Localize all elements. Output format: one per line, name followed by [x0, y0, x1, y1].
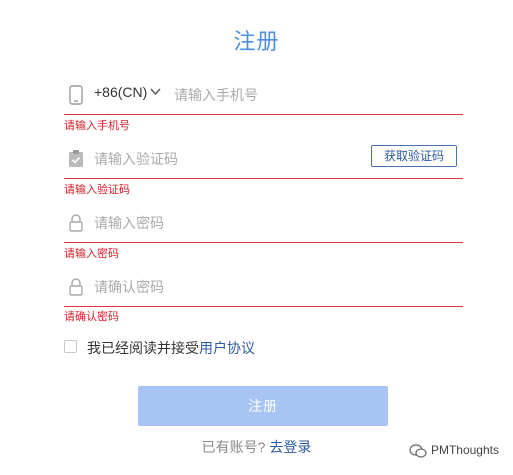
phone-input[interactable]: 请输入手机号 [174, 85, 258, 105]
confirm-error: 请确认密码 [64, 311, 119, 323]
chevron-down-icon[interactable] [150, 87, 161, 99]
phone-error: 请输入手机号 [64, 120, 130, 132]
lock-icon [69, 278, 83, 296]
verification-code-field[interactable]: 请输入验证码 获取验证码 [64, 139, 463, 179]
page-title: 注册 [233, 29, 280, 54]
code-underline [64, 178, 463, 179]
login-prompt-text: 已有账号? [201, 439, 266, 455]
watermark-text: PMThoughts [430, 443, 499, 457]
verification-code-input[interactable]: 请输入验证码 [94, 149, 178, 169]
phone-underline [64, 114, 463, 115]
lock-icon [69, 214, 83, 232]
mobile-phone-icon [69, 85, 83, 105]
clipboard-check-icon [69, 150, 83, 167]
password-field[interactable]: 请输入密码 [64, 203, 463, 243]
confirm-password-field[interactable]: 请确认密码 [64, 267, 463, 307]
go-login-link[interactable]: 去登录 [269, 439, 311, 455]
agreement-checkbox[interactable] [64, 340, 77, 353]
confirm-password-input[interactable]: 请确认密码 [94, 277, 164, 297]
phone-field[interactable]: +86(CN) 请输入手机号 [64, 75, 463, 115]
confirm-underline [64, 306, 463, 307]
country-code-select[interactable]: +86(CN) [94, 84, 147, 100]
password-underline [64, 242, 463, 243]
register-button[interactable]: 注册 [138, 386, 388, 426]
agreement-label: 我已经阅读并接受 [87, 340, 199, 356]
password-error: 请输入密码 [64, 248, 119, 260]
password-input[interactable]: 请输入密码 [94, 213, 164, 233]
watermark: PMThoughts [409, 443, 499, 458]
wechat-icon [409, 444, 427, 458]
user-agreement-link[interactable]: 用户协议 [199, 340, 255, 356]
agreement-text: 我已经阅读并接受用户协议 [87, 338, 255, 358]
get-code-button[interactable]: 获取验证码 [371, 145, 457, 167]
code-error: 请输入验证码 [64, 184, 130, 196]
